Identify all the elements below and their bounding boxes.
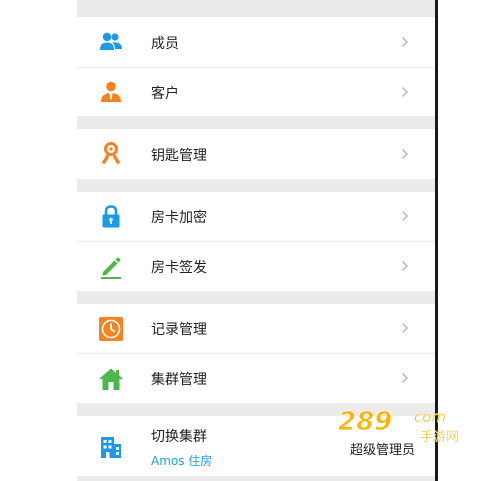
clock-icon (98, 316, 124, 342)
menu-item-switch-cluster-label: 切换集群 (151, 429, 207, 445)
chevron-right-icon (401, 86, 409, 98)
key-icon (98, 141, 124, 167)
menu-item-card-encrypt[interactable]: 房卡加密 (77, 192, 435, 241)
menu-item-customers-label: 客户 (151, 86, 179, 102)
pencil-icon (98, 254, 124, 280)
menu-item-records[interactable]: 记录管理 (77, 304, 435, 353)
chevron-right-icon (401, 322, 409, 334)
menu-item-members[interactable]: 成员 (77, 17, 435, 67)
lock-icon (98, 204, 124, 230)
chevron-right-icon (401, 36, 409, 48)
members-icon (98, 29, 124, 55)
watermark-suffix-text: com (414, 408, 446, 426)
building-icon (98, 434, 124, 460)
menu-item-card-issue-label: 房卡签发 (151, 260, 207, 276)
watermark-sub-text: 手游网 (420, 430, 459, 445)
menu-item-card-issue[interactable]: 房卡签发 (77, 242, 435, 291)
menu-item-card-encrypt-label: 房卡加密 (151, 210, 207, 226)
customer-icon (98, 79, 124, 105)
menu-item-keys-label: 钥匙管理 (151, 148, 207, 164)
menu-item-clusters[interactable]: 集群管理 (77, 354, 435, 403)
menu-item-keys[interactable]: 钥匙管理 (77, 129, 435, 179)
watermark-main-text: 289 (338, 407, 392, 437)
menu-item-clusters-label: 集群管理 (151, 372, 207, 388)
chevron-right-icon (401, 260, 409, 272)
menu-item-customers[interactable]: 客户 (77, 68, 435, 116)
chevron-right-icon (401, 210, 409, 222)
menu-item-members-label: 成员 (151, 36, 179, 52)
current-cluster-name: Amos 住房 (151, 454, 213, 468)
site-watermark-logo: 289 com 手游网 (338, 407, 460, 446)
menu-item-records-label: 记录管理 (151, 322, 207, 338)
house-icon (98, 366, 124, 392)
chevron-right-icon (401, 148, 409, 160)
chevron-right-icon (401, 372, 409, 384)
